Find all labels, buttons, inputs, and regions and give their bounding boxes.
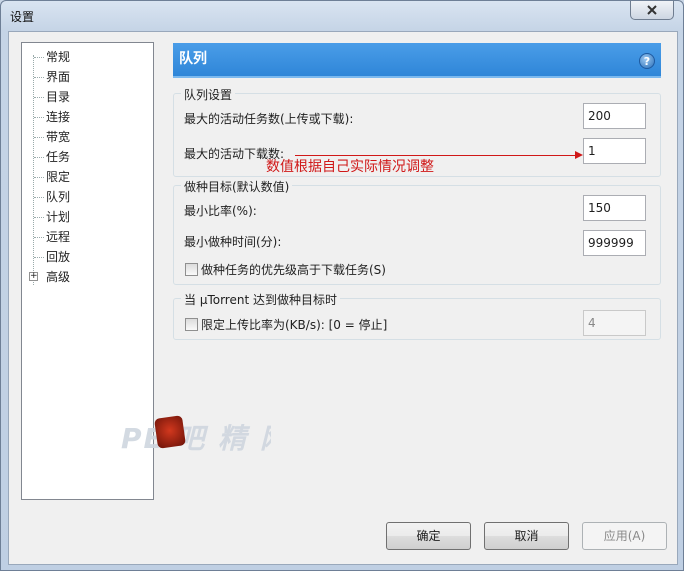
annotation-arrow-icon: [575, 151, 583, 159]
apply-button[interactable]: 应用(A): [582, 522, 667, 550]
tree-item-advanced[interactable]: 高级: [46, 268, 70, 286]
close-button[interactable]: [630, 1, 674, 20]
help-icon[interactable]: ?: [639, 53, 655, 69]
limit-upload-checkbox[interactable]: [185, 318, 198, 331]
tree-branch: [34, 157, 44, 158]
settings-window: 设置 常规 界面 目录 连接 带宽 任务 限定 队列 计划 远程 回放 + 高级…: [0, 0, 684, 571]
expand-plus-icon[interactable]: +: [29, 272, 38, 281]
tree-branch: [34, 97, 44, 98]
watermark-logo: PE 吧 精 网: [121, 418, 290, 465]
queue-settings-legend: 队列设置: [181, 86, 236, 103]
tree-branch: [34, 77, 44, 78]
tree-item-scheduler[interactable]: 计划: [46, 208, 70, 226]
dialog-client-area: 常规 界面 目录 连接 带宽 任务 限定 队列 计划 远程 回放 + 高级 队列…: [8, 31, 678, 565]
annotation-text: 数值根据自己实际情况调整: [266, 159, 434, 175]
tree-branch: [34, 217, 44, 218]
min-seed-time-input[interactable]: 999999: [583, 230, 646, 256]
tree-branch: [34, 137, 44, 138]
tree-item-general[interactable]: 常规: [46, 48, 70, 66]
tree-item-remote[interactable]: 远程: [46, 228, 70, 246]
panel-title: 队列: [179, 51, 207, 67]
cancel-button[interactable]: 取消: [484, 522, 569, 550]
ok-button[interactable]: 确定: [386, 522, 471, 550]
min-ratio-input[interactable]: 150: [583, 195, 646, 221]
target-reached-legend: 当 µTorrent 达到做种目标时: [181, 291, 340, 308]
tree-branch: [34, 57, 44, 58]
seed-priority-checkbox[interactable]: [185, 263, 198, 276]
tree-item-tasks[interactable]: 任务: [46, 148, 70, 166]
max-download-input[interactable]: 1: [583, 138, 646, 164]
tree-guide-line: [33, 55, 34, 285]
tree-branch: [34, 197, 44, 198]
panel-header: 队列 ?: [173, 43, 661, 78]
min-seed-time-label: 最小做种时间(分):: [184, 235, 282, 249]
tree-item-limits[interactable]: 限定: [46, 168, 70, 186]
max-active-input[interactable]: 200: [583, 103, 646, 129]
tree-item-directories[interactable]: 目录: [46, 88, 70, 106]
seed-target-legend: 做种目标(默认数值): [181, 178, 293, 195]
svg-text:PE 吧 精 网: PE 吧 精 网: [121, 422, 271, 455]
annotation-arrow-line: [295, 155, 575, 156]
max-active-label: 最大的活动任务数(上传或下载):: [184, 112, 354, 126]
limit-upload-label[interactable]: 限定上传比率为(KB/s): [0 = 停止]: [201, 316, 387, 333]
tree-item-ui[interactable]: 界面: [46, 68, 70, 86]
tree-branch: [34, 117, 44, 118]
tree-item-queue[interactable]: 队列: [46, 188, 71, 206]
limit-upload-input[interactable]: 4: [583, 310, 646, 336]
tree-branch: [34, 257, 44, 258]
tree-branch: [34, 177, 44, 178]
tree-item-playback[interactable]: 回放: [46, 248, 70, 266]
min-ratio-label: 最小比率(%):: [184, 204, 257, 218]
close-icon: [647, 5, 657, 15]
tree-item-connection[interactable]: 连接: [46, 108, 70, 126]
window-title: 设置: [10, 10, 35, 24]
watermark-seal-icon: [154, 415, 186, 449]
tree-item-bandwidth[interactable]: 带宽: [46, 128, 70, 146]
tree-branch: [34, 237, 44, 238]
title-bar: 设置: [1, 1, 684, 31]
seed-priority-label[interactable]: 做种任务的优先级高于下载任务(S): [201, 261, 386, 278]
